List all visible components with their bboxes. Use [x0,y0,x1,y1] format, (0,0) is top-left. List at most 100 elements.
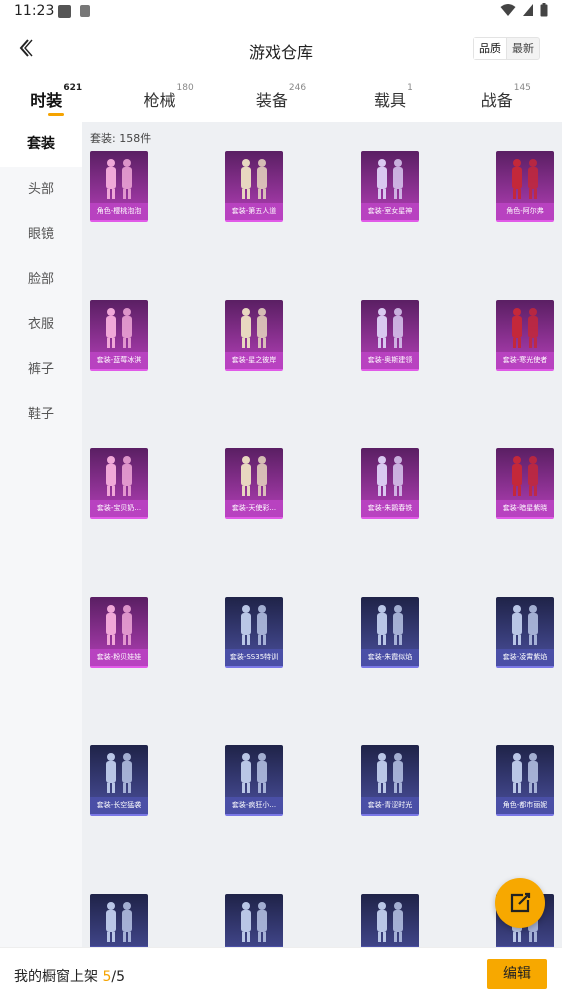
sidebar-item-outfits[interactable]: 套装 [0,122,82,167]
item-card-name: 套装-室女星神 [361,203,419,220]
item-card[interactable]: 角色-都市丽妮 [496,745,554,816]
item-card[interactable]: 套装-疯狂小... [225,745,283,816]
bottom-bar: 我的橱窗上架 5/5 编辑 [0,947,562,999]
sort-toggle: 品质 最新 [473,37,540,60]
item-card[interactable]: 套装-宝贝奶... [90,448,148,519]
outfit-thumbnail-icon [106,308,132,348]
edit-button[interactable]: 编辑 [487,959,547,989]
signal-icon [523,4,533,16]
outfit-thumbnail-icon [106,159,132,199]
outfit-thumbnail-icon [106,902,132,942]
outfit-thumbnail-icon [377,902,403,942]
item-card[interactable]: 套装-蓝莓冰淇 [90,300,148,371]
outfit-thumbnail-icon [377,159,403,199]
item-card-name: 套装-朱鹮春铁 [361,500,419,517]
item-card-name: 套装-凌霄紫焰 [496,649,554,666]
outfit-thumbnail-icon [512,456,538,496]
app-header: 游戏仓库 品质 最新 [0,24,562,74]
item-card-name: 套装-宝贝奶... [90,500,148,517]
wifi-icon [500,4,516,16]
item-card-name: 套装-朱霞似焰 [361,649,419,666]
tab-fashion[interactable]: 时装621 [0,74,112,122]
item-card[interactable]: 套装-室女星神 [361,151,419,222]
outfit-thumbnail-icon [512,605,538,645]
sort-by-newest[interactable]: 最新 [507,38,539,59]
item-card[interactable]: 套装-凌霄紫焰 [496,597,554,668]
sidebar-item-head[interactable]: 头部 [0,167,82,212]
outfit-thumbnail-icon [106,456,132,496]
item-card-name: 套装-第五人道 [225,203,283,220]
outfit-thumbnail-icon [377,456,403,496]
item-card[interactable]: 套装-第五人道 [225,151,283,222]
tab-count: 246 [288,83,307,93]
item-grid: 套装: 158件 角色-樱桃泡泡 套装-第五人道 套装-室女星神 角色-阿尔弗 套装-蓝… [82,122,562,947]
showcase-label: 我的橱窗上架 [14,969,98,985]
item-card-name: 角色-樱桃泡泡 [90,203,148,220]
item-card[interactable]: 套装-星之彼岸 [225,300,283,371]
outfit-thumbnail-icon [106,753,132,793]
item-card-name: 套装-SS35特训 [225,649,283,666]
sidebar-item-face[interactable]: 脸部 [0,257,82,302]
sort-by-quality[interactable]: 品质 [474,38,507,59]
item-card[interactable]: 套装-粉贝娃娃 [90,597,148,668]
item-card[interactable] [90,894,148,947]
item-card[interactable]: 角色-阿尔弗 [496,151,554,222]
outfit-thumbnail-icon [241,159,267,199]
outfit-thumbnail-icon [512,159,538,199]
tab-label: 枪械 [143,91,176,110]
outfit-thumbnail-icon [377,605,403,645]
tab-label: 战备 [480,91,513,110]
tab-count: 145 [513,83,531,93]
tab-label: 载具 [374,91,407,110]
sidebar-item-glasses[interactable]: 眼镜 [0,212,82,257]
outfit-thumbnail-icon [241,308,267,348]
item-card[interactable]: 套装-SS35特训 [225,597,283,668]
outfit-thumbnail-icon [241,605,267,645]
item-card-name: 套装-粉贝娃娃 [90,649,148,666]
item-card-name: 套装-青涩时光 [361,797,419,814]
outfit-thumbnail-icon [377,753,403,793]
item-card[interactable]: 套装-寒光使者 [496,300,554,371]
item-card-name: 套装-寒光使者 [496,352,554,369]
item-card[interactable]: 套装-天使彩... [225,448,283,519]
external-link-icon [510,892,531,913]
item-card-name: 套装-暗星紫晓 [496,500,554,517]
tab-supplies[interactable]: 战备145 [450,74,562,122]
outfit-thumbnail-icon [106,605,132,645]
item-card-name: 套装-蓝莓冰淇 [90,352,148,369]
item-card-name: 套装-天使彩... [225,500,283,517]
sidebar-item-shoes[interactable]: 鞋子 [0,392,82,437]
tab-weapons[interactable]: 枪械180 [112,74,224,122]
item-card-name: 套装-疯狂小... [225,797,283,814]
item-card[interactable]: 角色-樱桃泡泡 [90,151,148,222]
tab-count: 1 [407,83,413,93]
app-notification-icon [80,5,90,17]
item-card-name: 套装-奥斯建领 [361,352,419,369]
showcase-status: 我的橱窗上架 5/5 [14,966,125,986]
item-card[interactable]: 套装-奥斯建领 [361,300,419,371]
sidebar-item-tops[interactable]: 衣服 [0,302,82,347]
tab-label: 装备 [255,91,288,110]
tab-label: 时装 [30,91,63,110]
item-card[interactable]: 套装-朱鹮春铁 [361,448,419,519]
tab-count: 180 [176,83,194,93]
category-tabs: 时装621 枪械180 装备246 载具1 战备145 [0,74,562,122]
outfit-thumbnail-icon [512,308,538,348]
tab-equipment[interactable]: 装备246 [225,74,337,122]
item-card[interactable] [225,894,283,947]
item-card[interactable]: 套装-暗星紫晓 [496,448,554,519]
item-card[interactable]: 套装-长空猛袭 [90,745,148,816]
outfit-thumbnail-icon [512,753,538,793]
outfit-thumbnail-icon [241,902,267,942]
sidebar-item-pants[interactable]: 裤子 [0,347,82,392]
item-card-name: 套装-长空猛袭 [90,797,148,814]
tab-vehicles[interactable]: 载具1 [337,74,449,122]
outfit-thumbnail-icon [241,753,267,793]
share-button[interactable] [495,878,545,928]
item-card-name: 套装-星之彼岸 [225,352,283,369]
notification-icon [58,5,71,18]
item-card[interactable]: 套装-青涩时光 [361,745,419,816]
subcategory-sidebar: 套装 头部 眼镜 脸部 衣服 裤子 鞋子 [0,122,82,947]
item-card[interactable]: 套装-朱霞似焰 [361,597,419,668]
item-card[interactable] [361,894,419,947]
